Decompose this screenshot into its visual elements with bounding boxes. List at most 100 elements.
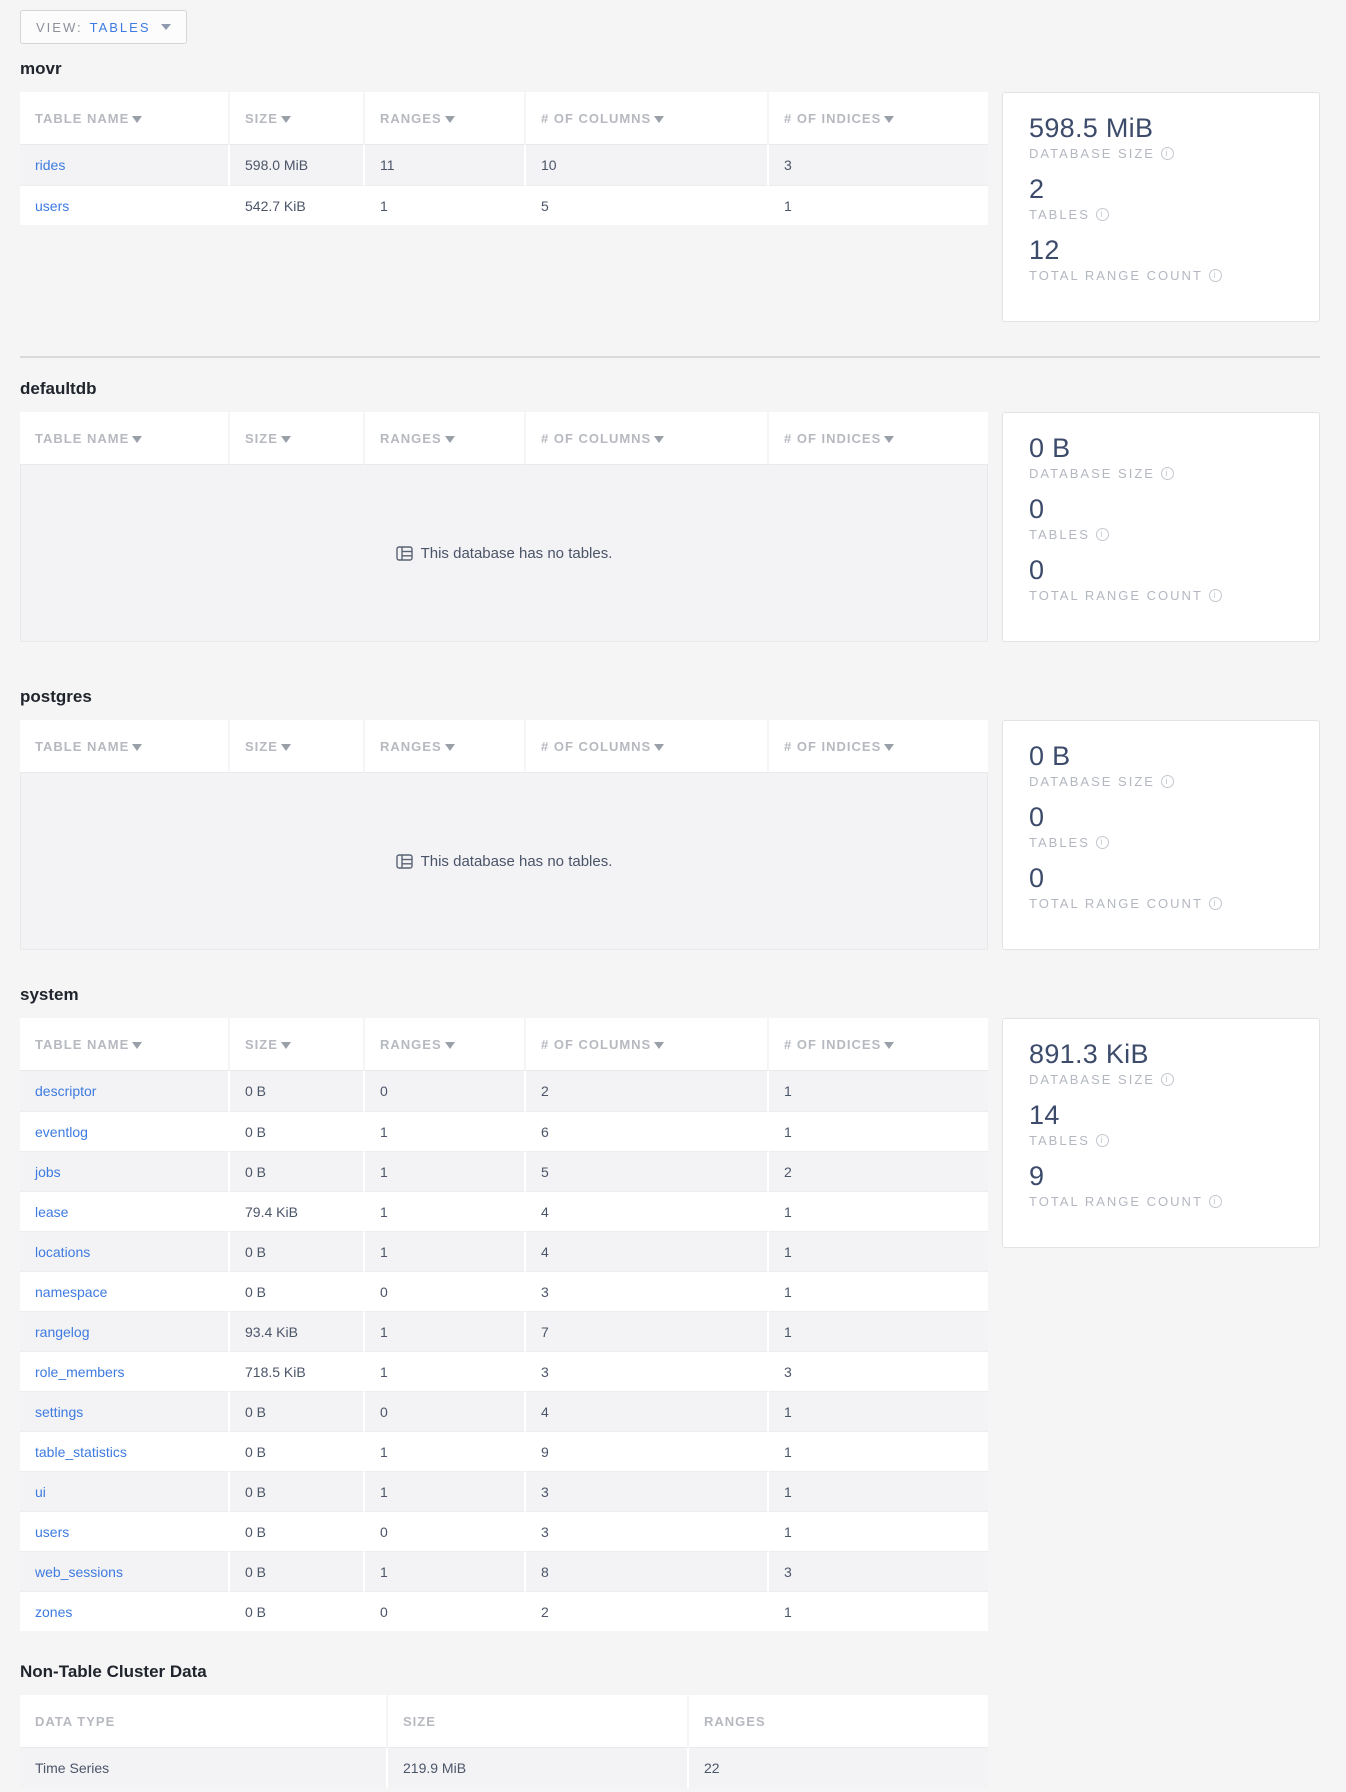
- info-icon[interactable]: [1161, 147, 1174, 160]
- column-header-columns[interactable]: # OF COLUMNS: [526, 412, 769, 465]
- info-icon[interactable]: [1096, 208, 1109, 221]
- column-header-indices[interactable]: # OF INDICES: [769, 1018, 988, 1071]
- table-icon: [396, 546, 413, 561]
- column-header-indices[interactable]: # OF INDICES: [769, 720, 988, 773]
- cell-size: 0 B: [230, 1271, 365, 1311]
- table-link-users[interactable]: users: [35, 1524, 69, 1540]
- column-header-label: RANGES: [380, 431, 442, 446]
- info-icon[interactable]: [1096, 528, 1109, 541]
- stat-value: 0: [1029, 555, 1293, 586]
- sort-desc-icon: [654, 744, 664, 751]
- column-header-ranges[interactable]: RANGES: [365, 1018, 526, 1071]
- column-header-ranges[interactable]: RANGES: [365, 720, 526, 773]
- column-header-size[interactable]: SIZE: [230, 92, 365, 145]
- cell-columns: 2: [526, 1591, 769, 1631]
- cell-indices: 1: [769, 1311, 988, 1351]
- info-icon[interactable]: [1209, 589, 1222, 602]
- database-title-postgres: postgres: [20, 686, 1320, 707]
- column-header-ranges[interactable]: RANGES: [365, 412, 526, 465]
- column-header-size[interactable]: SIZE: [230, 1018, 365, 1071]
- column-header-table-name[interactable]: TABLE NAME: [20, 1018, 230, 1071]
- table-link-jobs[interactable]: jobs: [35, 1164, 61, 1180]
- info-icon[interactable]: [1161, 467, 1174, 480]
- info-icon[interactable]: [1161, 1073, 1174, 1086]
- column-header-ranges: RANGES: [689, 1695, 988, 1748]
- info-icon[interactable]: [1209, 897, 1222, 910]
- column-header-columns[interactable]: # OF COLUMNS: [526, 720, 769, 773]
- column-header-indices[interactable]: # OF INDICES: [769, 92, 988, 145]
- cell-size: 0 B: [230, 1151, 365, 1191]
- cell-indices: 2: [769, 1151, 988, 1191]
- stat-value: 0: [1029, 494, 1293, 525]
- stat-tables: 0 TABLES: [1029, 494, 1293, 542]
- cell-size: 0 B: [230, 1231, 365, 1271]
- column-header-label: # OF INDICES: [784, 111, 881, 126]
- table-row-ui: ui 0 B 1 3 1: [20, 1471, 988, 1511]
- table-link-rangelog[interactable]: rangelog: [35, 1324, 90, 1340]
- stat-label: TABLES: [1029, 835, 1090, 850]
- table-row-lease: lease 79.4 KiB 1 4 1: [20, 1191, 988, 1231]
- cell-indices: 3: [769, 1351, 988, 1391]
- cell-columns: 4: [526, 1231, 769, 1271]
- cell-indices: 1: [769, 1431, 988, 1471]
- cell-size: 598.0 MiB: [230, 145, 365, 185]
- column-header-label: RANGES: [380, 111, 442, 126]
- table-link-zones[interactable]: zones: [35, 1604, 72, 1620]
- cell-size: 93.4 KiB: [230, 1311, 365, 1351]
- cell-ranges: 0: [365, 1271, 526, 1311]
- column-header-label: # OF INDICES: [784, 431, 881, 446]
- table-link-lease[interactable]: lease: [35, 1204, 68, 1220]
- stat-database-size: 598.5 MiB DATABASE SIZE: [1029, 113, 1293, 161]
- column-header-table-name[interactable]: TABLE NAME: [20, 412, 230, 465]
- column-header-table-name[interactable]: TABLE NAME: [20, 720, 230, 773]
- table-link-table-statistics[interactable]: table_statistics: [35, 1444, 127, 1460]
- view-selector-dropdown[interactable]: VIEW: TABLES: [20, 10, 187, 44]
- column-header-label: SIZE: [245, 431, 278, 446]
- column-header-table-name[interactable]: TABLE NAME: [20, 92, 230, 145]
- cell-ranges: 1: [365, 1231, 526, 1271]
- section-divider: [20, 356, 1320, 358]
- cell-indices: 1: [769, 1271, 988, 1311]
- cell-columns: 8: [526, 1551, 769, 1591]
- info-icon[interactable]: [1161, 775, 1174, 788]
- info-icon[interactable]: [1209, 1195, 1222, 1208]
- stat-value: 14: [1029, 1100, 1293, 1131]
- table-link-rides[interactable]: rides: [35, 157, 65, 173]
- stat-total-range-count: 0 TOTAL RANGE COUNT: [1029, 555, 1293, 603]
- cell-ranges: 0: [365, 1591, 526, 1631]
- column-header-columns[interactable]: # OF COLUMNS: [526, 1018, 769, 1071]
- column-header-size[interactable]: SIZE: [230, 412, 365, 465]
- info-icon[interactable]: [1096, 1134, 1109, 1147]
- stat-tables: 2 TABLES: [1029, 174, 1293, 222]
- empty-database-message: This database has no tables.: [20, 773, 988, 950]
- table-link-settings[interactable]: settings: [35, 1404, 83, 1420]
- table-link-locations[interactable]: locations: [35, 1244, 90, 1260]
- cell-size: 0 B: [230, 1591, 365, 1631]
- cell-columns: 9: [526, 1431, 769, 1471]
- column-header-label: # OF COLUMNS: [541, 111, 651, 126]
- stat-label: TOTAL RANGE COUNT: [1029, 268, 1203, 283]
- table-link-ui[interactable]: ui: [35, 1484, 46, 1500]
- column-header-ranges[interactable]: RANGES: [365, 92, 526, 145]
- stat-total-range-count: 12 TOTAL RANGE COUNT: [1029, 235, 1293, 283]
- column-header-columns[interactable]: # OF COLUMNS: [526, 92, 769, 145]
- cell-ranges: 11: [365, 145, 526, 185]
- column-header-size[interactable]: SIZE: [230, 720, 365, 773]
- stat-database-size: 0 B DATABASE SIZE: [1029, 433, 1293, 481]
- sort-desc-icon: [132, 1042, 142, 1049]
- table-link-namespace[interactable]: namespace: [35, 1284, 107, 1300]
- table-link-users[interactable]: users: [35, 198, 69, 214]
- cell-size: 0 B: [230, 1511, 365, 1551]
- table-link-descriptor[interactable]: descriptor: [35, 1083, 96, 1099]
- stat-label: DATABASE SIZE: [1029, 146, 1155, 161]
- info-icon[interactable]: [1209, 269, 1222, 282]
- stat-tables: 14 TABLES: [1029, 1100, 1293, 1148]
- cell-ranges: 22: [689, 1748, 988, 1788]
- stat-value: 0 B: [1029, 741, 1293, 772]
- stat-value: 891.3 KiB: [1029, 1039, 1293, 1070]
- table-link-web-sessions[interactable]: web_sessions: [35, 1564, 123, 1580]
- info-icon[interactable]: [1096, 836, 1109, 849]
- column-header-indices[interactable]: # OF INDICES: [769, 412, 988, 465]
- table-link-eventlog[interactable]: eventlog: [35, 1124, 88, 1140]
- table-link-role-members[interactable]: role_members: [35, 1364, 124, 1380]
